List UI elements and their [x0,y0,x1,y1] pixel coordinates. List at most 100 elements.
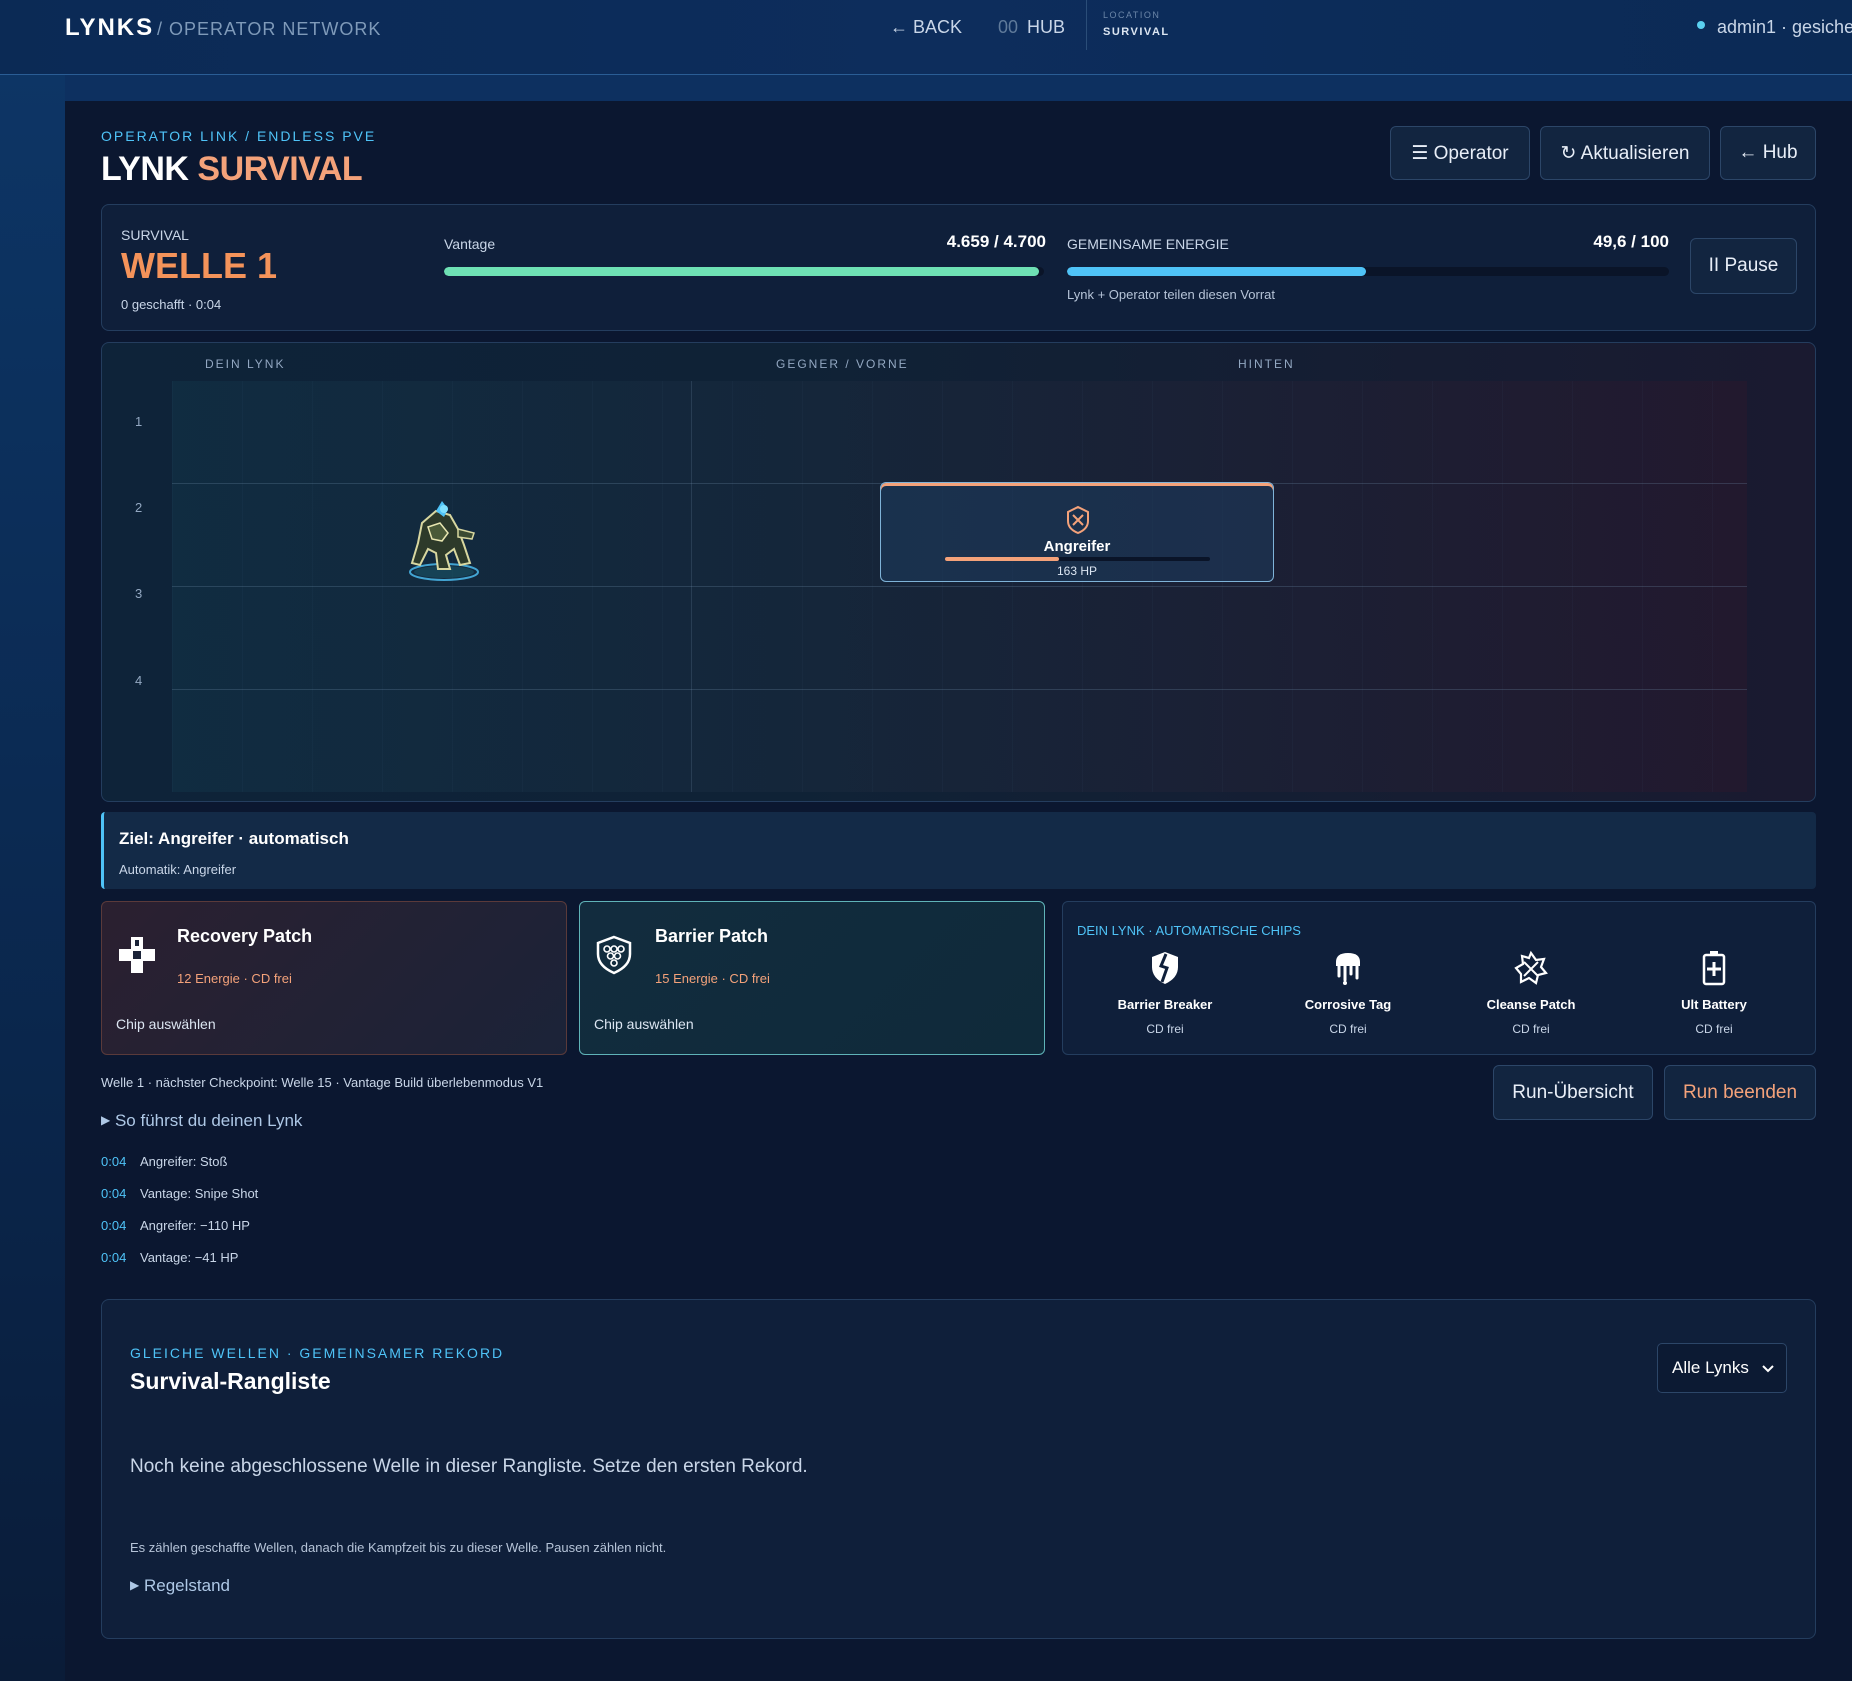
chip-name: Barrier Patch [655,926,769,946]
leaderboard-empty-message: Noch keine abgeschlossene Welle in diese… [130,1456,808,1477]
auto-chip-cleanse-patch: Cleanse Patch CD frei [1451,950,1611,1036]
auto-chip-name: Corrosive Tag [1304,997,1392,1012]
chevron-down-icon [1762,1365,1774,1373]
leaderboard-note: Es zählen geschaffte Wellen, danach die … [130,1540,667,1555]
howto-label: So führst du deinen Lynk [114,1111,303,1130]
leaderboard-title: Survival-Rangliste [130,1368,331,1394]
auto-chip-name: Barrier Breaker [1117,997,1213,1012]
chip-name: Recovery Patch [177,926,313,946]
combat-log-entry: 0:04 Angreifer: −110 HP [101,1218,250,1233]
log-time: 0:04 [101,1186,127,1201]
row-label: 3 [135,586,143,601]
header-band [65,75,1852,101]
auto-chip-name: Cleanse Patch [1486,997,1576,1012]
disclosure-triangle-icon: ▶ [130,1578,140,1592]
energy-label: GEMEINSAME ENERGIE [1067,236,1229,252]
log-message: Vantage: Snipe Shot [140,1186,259,1201]
column-header-front: GEGNER / VORNE [776,357,909,371]
auto-chip-ult-battery: Ult Battery CD frei [1634,950,1794,1036]
row-divider [172,689,1747,690]
combat-log-entry: 0:04 Vantage: −41 HP [101,1250,238,1265]
energy-bar [1067,267,1669,276]
nav-divider [1086,0,1087,50]
top-bar: LYNKS / OPERATOR NETWORK ← BACK 00 HUB L… [0,0,1852,75]
chip-cost: 15 Energie · CD frei [655,971,770,986]
side-background [0,75,65,1681]
broken-shield-icon [1152,952,1178,984]
hp-label: Vantage [444,236,496,252]
hp-bar [444,267,1044,276]
target-panel [101,812,1816,889]
nav-back-link[interactable]: ← BACK [890,17,962,38]
log-time: 0:04 [101,1154,127,1169]
log-time: 0:04 [101,1250,127,1265]
auto-chip-cooldown: CD frei [1329,1022,1367,1036]
nav-hub-link[interactable]: HUB [1027,17,1065,38]
brand-logo[interactable]: LYNKS [65,14,154,42]
pause-button[interactable]: II Pause [1690,238,1797,294]
enemy-hp-bar-fill [945,557,1059,561]
rules-toggle[interactable]: ▶ Regelstand [130,1576,230,1596]
row-label: 1 [135,414,143,429]
enemy-hp-bar [945,557,1210,561]
operator-button[interactable]: ☰ Operator [1390,126,1530,180]
run-info: Welle 1 · nächster Checkpoint: Welle 15 … [101,1075,544,1090]
brand-subtitle: / OPERATOR NETWORK [157,19,382,39]
energy-value: 49,6 / 100 [1593,232,1669,251]
lynk-filter-select[interactable]: Alle Lynks [1657,1343,1787,1393]
column-header-lynk: DEIN LYNK [205,357,286,371]
energy-bar-fill [1067,267,1366,276]
disclosure-triangle-icon: ▶ [101,1113,111,1127]
wave-progress-text: 0 geschafft · 0:04 [121,297,222,312]
combat-log-entry: 0:04 Angreifer: Stoß [101,1154,227,1169]
chip-select-label: Chip auswählen [116,1016,216,1032]
chip-card-barrier-patch[interactable]: Barrier Patch 15 Energie · CD frei Chip … [579,901,1045,1055]
log-message: Vantage: −41 HP [140,1250,239,1265]
auto-chip-cooldown: CD frei [1512,1022,1550,1036]
shield-x-icon [1067,505,1089,535]
row-label: 4 [135,673,143,688]
auto-chip-name: Ult Battery [1681,997,1747,1012]
enemy-card-angreifer[interactable]: Angreifer 163 HP [880,482,1274,582]
column-header-back: HINTEN [1238,357,1295,371]
hp-value: 4.659 / 4.700 [946,232,1046,251]
target-title: Ziel: Angreifer · automatisch [119,829,349,848]
leaderboard-kicker: GLEICHE WELLEN · GEMEINSAMER REKORD [130,1345,505,1361]
acid-drip-icon [1336,953,1360,985]
auto-chip-corrosive-tag: Corrosive Tag CD frei [1268,950,1428,1036]
energy-note: Lynk + Operator teilen diesen Vorrat [1067,287,1275,302]
page-title-main: LYNK [101,150,189,188]
chip-card-recovery-patch[interactable]: Recovery Patch 12 Energie · CD frei Chip… [101,901,567,1055]
howto-toggle[interactable]: ▶ So führst du deinen Lynk [101,1111,302,1131]
location-label: LOCATION [1103,10,1161,20]
refresh-button[interactable]: ↻ Aktualisieren [1540,126,1710,180]
nav-hub-number: 00 [998,17,1019,37]
target-subtitle: Automatik: Angreifer [119,862,237,877]
hp-bar-fill [444,267,1039,276]
user-menu[interactable]: admin1 · gesichert [1717,17,1852,38]
wave-counter: WELLE 1 [121,245,278,286]
player-lynk-sprite[interactable] [392,493,492,585]
auto-chip-cooldown: CD frei [1695,1022,1733,1036]
enemy-name: Angreifer [1043,538,1111,555]
rules-label: Regelstand [143,1576,230,1595]
page-title: LYNK SURVIVAL [101,150,363,189]
row-divider [172,586,1747,587]
run-end-button[interactable]: Run beenden [1664,1065,1816,1120]
chip-select-label: Chip auswählen [594,1016,694,1032]
location-value: SURVIVAL [1103,26,1170,38]
log-message: Angreifer: Stoß [140,1154,228,1169]
medical-cross-icon [119,937,155,973]
battery-plus-icon [1702,951,1726,986]
hub-button[interactable]: ← Hub [1720,126,1816,180]
auto-chip-cooldown: CD frei [1146,1022,1184,1036]
auto-chip-barrier-breaker: Barrier Breaker CD frei [1085,950,1245,1036]
log-message: Angreifer: −110 HP [140,1218,250,1233]
auto-chips-heading: DEIN LYNK · AUTOMATISCHE CHIPS [1077,923,1301,938]
row-label: 2 [135,500,143,515]
filter-selected-value: Alle Lynks [1672,1358,1749,1377]
online-status-icon [1697,21,1705,29]
log-time: 0:04 [101,1218,127,1233]
run-overview-button[interactable]: Run-Übersicht [1493,1065,1653,1120]
page-title-accent: SURVIVAL [197,150,363,188]
